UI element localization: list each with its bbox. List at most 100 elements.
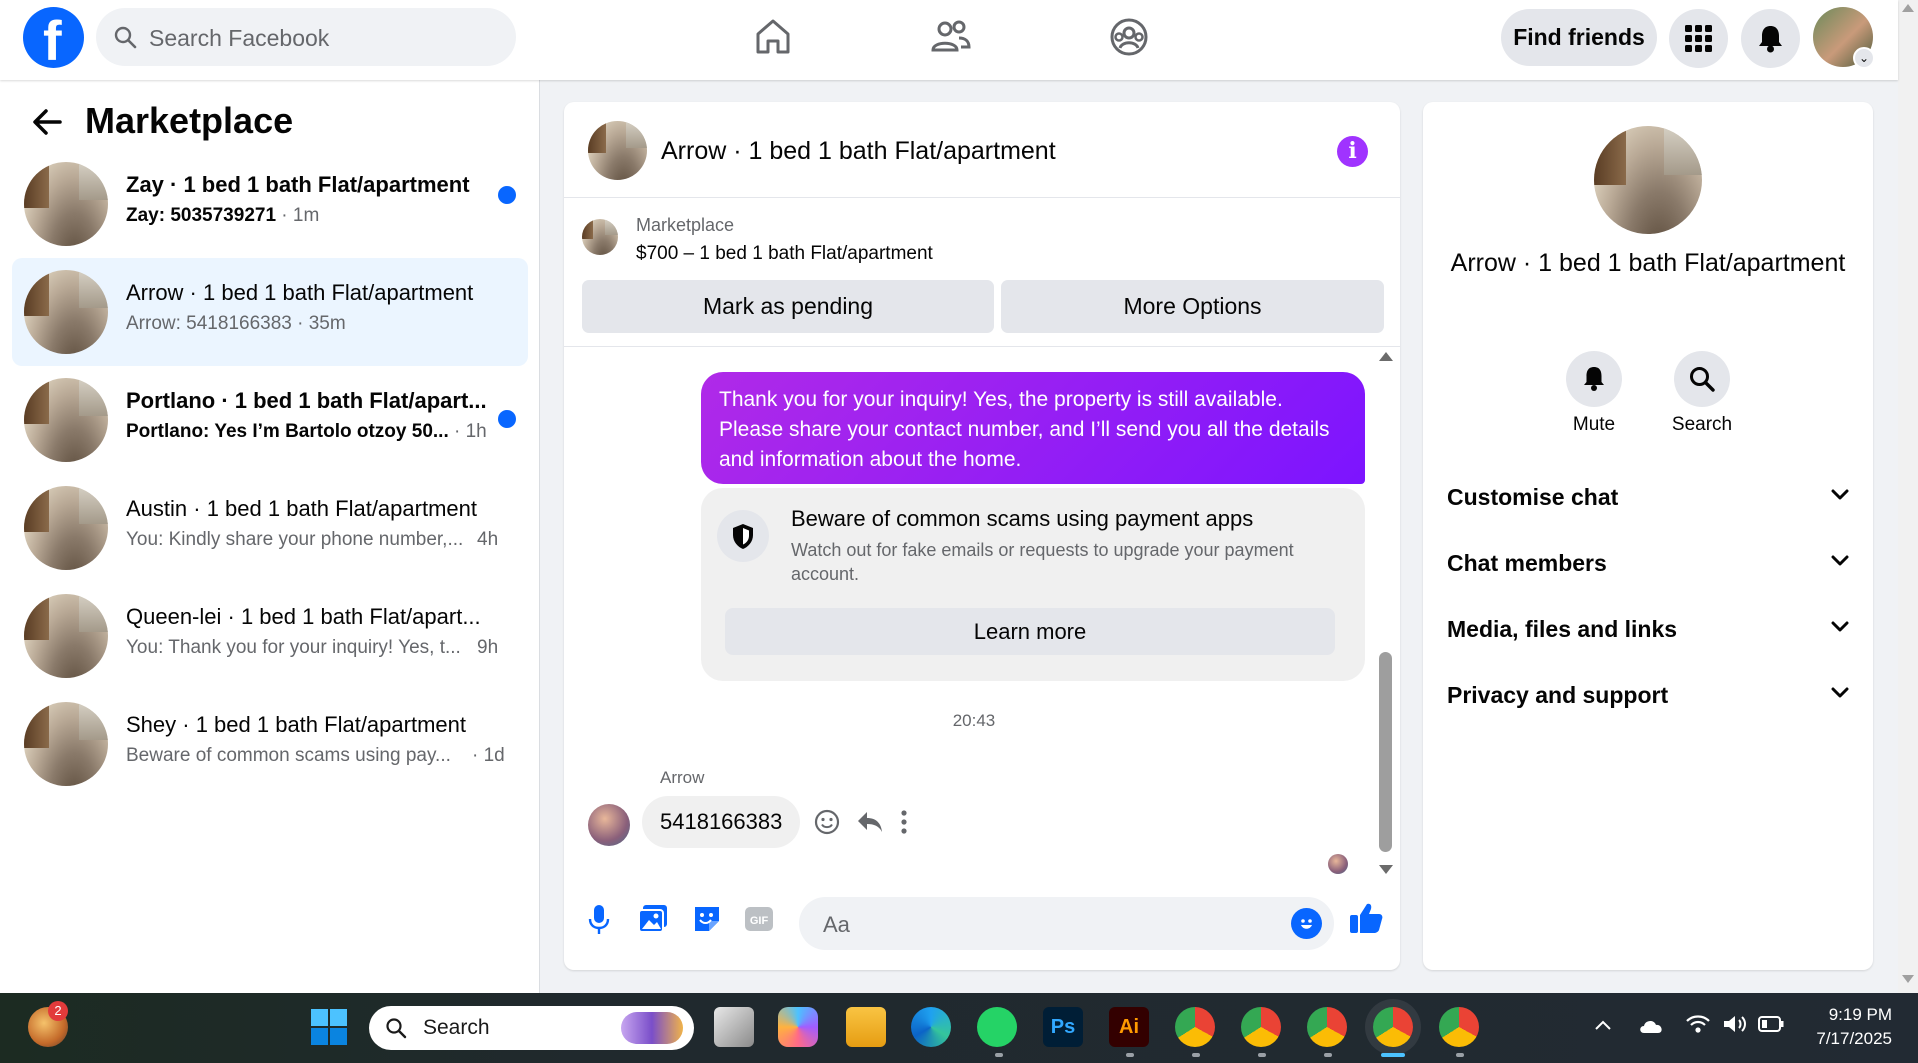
clock-time: 9:19 PM <box>1828 1005 1892 1024</box>
scam-warning-card: Beware of common scams using payment app… <box>701 488 1365 681</box>
emoji-icon[interactable] <box>1291 908 1322 939</box>
chat-avatar[interactable] <box>588 121 647 180</box>
conversation-item[interactable]: Shey · 1 bed 1 bath Flat/apartment Bewar… <box>12 690 528 798</box>
chrome-profile-1-icon[interactable] <box>1175 1007 1215 1047</box>
info-icon[interactable]: i <box>1337 136 1368 167</box>
more-options-button[interactable]: More Options <box>1001 280 1384 333</box>
conversation-name: Queen-lei · 1 bed 1 bath Flat/apart... <box>126 604 481 629</box>
seen-receipt-avatar <box>1328 854 1348 874</box>
scroll-down-arrow[interactable] <box>1379 865 1393 874</box>
profile-avatar[interactable]: ⌄ <box>1813 7 1875 69</box>
photoshop-icon[interactable]: Ps <box>1043 1007 1083 1047</box>
battery-icon[interactable] <box>1758 1015 1784 1033</box>
search-highlight-icon <box>621 1012 683 1044</box>
chat-scrollbar[interactable] <box>1379 652 1392 852</box>
more-vertical-icon[interactable] <box>900 809 908 835</box>
marketplace-inbox-panel: Marketplace Zay · 1 bed 1 bath Flat/apar… <box>0 80 540 993</box>
mute-button[interactable] <box>1566 351 1622 407</box>
chrome-profile-5-icon[interactable] <box>1439 1007 1479 1047</box>
page-scrollbar[interactable] <box>1898 0 1918 993</box>
learn-more-button[interactable]: Learn more <box>725 608 1335 655</box>
search-facebook-input[interactable]: Search Facebook <box>96 8 516 66</box>
running-indicator <box>1126 1053 1134 1057</box>
home-icon[interactable] <box>750 14 796 60</box>
sticker-icon[interactable] <box>692 904 722 934</box>
chrome-profile-2-icon[interactable] <box>1241 1007 1281 1047</box>
illustrator-icon[interactable]: Ai <box>1109 1007 1149 1047</box>
conversation-preview: Zay: 5035739271 · 1m <box>126 205 320 226</box>
thumbs-up-icon[interactable] <box>1349 902 1383 934</box>
search-chat-button[interactable] <box>1674 351 1730 407</box>
chrome-profile-3-icon[interactable] <box>1307 1007 1347 1047</box>
page-title: Marketplace <box>85 100 294 141</box>
privacy-support-section[interactable]: Privacy and support <box>1447 675 1857 715</box>
conversation-preview: Portlano: Yes I’m Bartolo otzoy 50... · … <box>126 421 487 442</box>
conversation-name: Austin · 1 bed 1 bath Flat/apartment <box>126 496 477 521</box>
listing-thumbnail[interactable] <box>582 219 618 255</box>
copilot-icon[interactable] <box>778 1007 818 1047</box>
menu-grid-button[interactable] <box>1669 9 1728 68</box>
running-indicator <box>995 1053 1003 1057</box>
scam-warning-body: Watch out for fake emails or requests to… <box>791 540 1294 584</box>
conversation-item[interactable]: Austin · 1 bed 1 bath Flat/apartment You… <box>12 474 528 582</box>
clock[interactable]: 9:19 PM 7/17/2025 <box>1800 1003 1892 1051</box>
windows-taskbar: 2 Search Ps Ai 9:19 PM 7/17/2025 <box>0 993 1918 1063</box>
gif-icon[interactable]: GIF <box>744 904 774 934</box>
bell-icon <box>1759 26 1782 53</box>
chevron-down-icon <box>1831 555 1849 566</box>
marketplace-listing-card: Marketplace $700 – 1 bed 1 bath Flat/apa… <box>564 199 1400 347</box>
notifications-button[interactable] <box>1741 9 1800 68</box>
chat-title[interactable]: Arrow · 1 bed 1 bath Flat/apartment <box>661 137 1056 166</box>
onedrive-cloud-icon[interactable] <box>1637 1015 1665 1035</box>
facebook-logo[interactable]: f <box>23 7 84 69</box>
customise-chat-section[interactable]: Customise chat <box>1447 477 1857 517</box>
back-arrow-icon[interactable] <box>30 105 64 139</box>
chevron-down-icon: ⌄ <box>1853 47 1875 69</box>
listing-price-title[interactable]: $700 – 1 bed 1 bath Flat/apartment <box>636 243 933 265</box>
task-view-icon[interactable] <box>714 1007 754 1047</box>
scroll-down-arrow[interactable] <box>1902 975 1914 983</box>
message-composer-input[interactable]: Aa <box>799 897 1334 950</box>
chat-header: Arrow · 1 bed 1 bath Flat/apartment i <box>564 102 1400 198</box>
mark-as-pending-button[interactable]: Mark as pending <box>582 280 994 333</box>
chevron-down-icon <box>1831 687 1849 698</box>
volume-icon[interactable] <box>1722 1013 1748 1035</box>
chevron-down-icon <box>1831 489 1849 500</box>
chat-profile-image[interactable] <box>1594 126 1702 234</box>
sender-avatar[interactable] <box>588 804 630 846</box>
chrome-profile-active-icon[interactable] <box>1373 1007 1413 1047</box>
top-navigation-bar: f Search Facebook Find friends ⌄ <box>0 0 1898 80</box>
wifi-icon[interactable] <box>1685 1013 1711 1035</box>
reply-icon[interactable] <box>856 809 884 835</box>
scroll-up-arrow[interactable] <box>1379 352 1393 361</box>
friends-icon[interactable] <box>928 14 974 60</box>
react-emoji-icon[interactable] <box>814 809 840 835</box>
conversation-item[interactable]: Portlano · 1 bed 1 bath Flat/apart... Po… <box>12 366 528 474</box>
chat-members-section[interactable]: Chat members <box>1447 543 1857 583</box>
incoming-message-bubble[interactable]: 5418166383 <box>642 796 801 848</box>
conversation-item-active[interactable]: Arrow · 1 bed 1 bath Flat/apartment Arro… <box>12 258 528 366</box>
whatsapp-icon[interactable] <box>977 1007 1017 1047</box>
chevron-up-icon[interactable] <box>1594 1019 1612 1031</box>
edge-browser-icon[interactable] <box>911 1007 951 1047</box>
scroll-up-arrow[interactable] <box>1902 4 1914 12</box>
mute-label: Mute <box>1572 414 1616 435</box>
find-friends-button[interactable]: Find friends <box>1501 9 1657 66</box>
outgoing-message-bubble[interactable]: Thank you for your inquiry! Yes, the pro… <box>701 372 1365 484</box>
conversation-name: Portlano · 1 bed 1 bath Flat/apart... <box>126 388 487 413</box>
groups-icon[interactable] <box>1106 14 1152 60</box>
conversation-item[interactable]: Queen-lei · 1 bed 1 bath Flat/apart... Y… <box>12 582 528 690</box>
conversation-name: Shey · 1 bed 1 bath Flat/apartment <box>126 712 466 737</box>
windows-start-icon[interactable] <box>309 1007 349 1047</box>
search-icon <box>1690 367 1715 392</box>
running-indicator <box>1258 1053 1266 1057</box>
taskbar-search-input[interactable]: Search <box>369 1006 694 1050</box>
running-indicator <box>1456 1053 1464 1057</box>
file-explorer-icon[interactable] <box>846 1007 886 1047</box>
unread-dot <box>498 186 516 204</box>
microphone-icon[interactable] <box>588 904 610 936</box>
conversation-time: · 1d <box>472 745 505 766</box>
photo-attach-icon[interactable] <box>638 904 668 934</box>
media-files-links-section[interactable]: Media, files and links <box>1447 609 1857 649</box>
conversation-item[interactable]: Zay · 1 bed 1 bath Flat/apartment Zay: 5… <box>12 150 528 258</box>
